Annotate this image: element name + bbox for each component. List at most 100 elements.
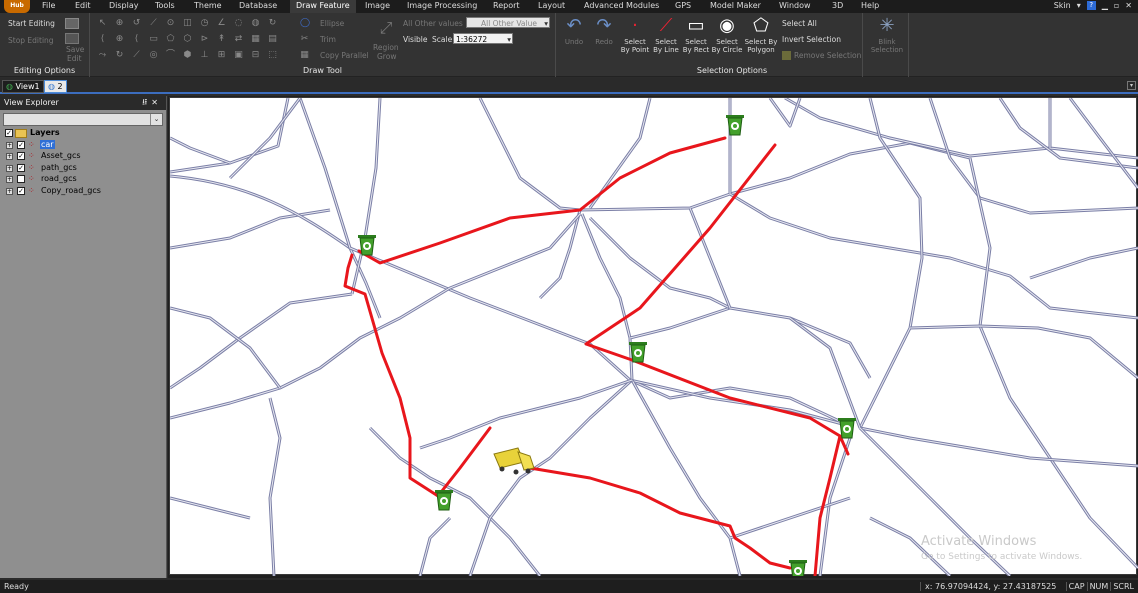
menu-layout[interactable]: Layout: [538, 1, 565, 10]
layer-checkbox[interactable]: ✓: [17, 152, 25, 160]
menu-draw-feature[interactable]: Draw Feature: [290, 0, 356, 13]
minimize-icon[interactable]: ▁: [1102, 1, 1108, 10]
close-icon[interactable]: ✕: [151, 98, 162, 107]
draw-tool-icon[interactable]: ↺: [132, 19, 141, 28]
asset-bin-icon[interactable]: [789, 560, 807, 576]
draw-tool-icon[interactable]: ◌: [234, 19, 243, 28]
select-all-button[interactable]: Select All: [782, 19, 817, 28]
draw-tool-icon[interactable]: ⊕: [115, 19, 124, 28]
expand-icon[interactable]: +: [6, 164, 13, 172]
menu-display[interactable]: Display: [109, 1, 139, 10]
view-explorer-combo[interactable]: ⌄: [3, 113, 163, 126]
draw-tool-icon[interactable]: ∠: [217, 19, 226, 28]
draw-tool-icon[interactable]: ▤: [268, 35, 277, 44]
undo-icon: ↶: [566, 15, 582, 36]
draw-tool-icon[interactable]: ⊞: [217, 51, 226, 60]
redo-button[interactable]: ↷ Redo: [590, 16, 618, 47]
tab-2[interactable]: ◍ 2: [44, 80, 67, 93]
ellipse-button[interactable]: Ellipse: [320, 19, 344, 28]
layers-root-checkbox[interactable]: ✓: [5, 129, 13, 137]
layer-checkbox[interactable]: [17, 175, 25, 183]
trim-button[interactable]: Trim: [320, 35, 336, 44]
draw-tool-icon[interactable]: ▭: [149, 35, 158, 44]
help-icon[interactable]: ?: [1086, 1, 1096, 10]
draw-tool-icon[interactable]: ⊥: [200, 51, 209, 60]
menu-window[interactable]: Window: [779, 1, 811, 10]
pin-icon[interactable]: ⭿: [142, 98, 151, 107]
draw-tool-icon[interactable]: ⇄: [234, 35, 243, 44]
select-by-polygon-button[interactable]: ⬠ Select By Polygon: [743, 16, 779, 55]
menu-gps[interactable]: GPS: [675, 1, 691, 10]
draw-tool-icon[interactable]: ⬚: [268, 51, 277, 60]
asset-bin-icon[interactable]: [435, 490, 453, 511]
draw-tool-icon[interactable]: ↖: [98, 19, 107, 28]
select-by-line-button[interactable]: ⟋ Select By Line: [651, 16, 681, 55]
stop-editing-button[interactable]: Stop Editing: [8, 36, 54, 45]
select-by-point-button[interactable]: · Select By Point: [618, 16, 652, 55]
menu-3d[interactable]: 3D: [832, 1, 843, 10]
draw-tool-icon[interactable]: ⤳: [98, 51, 107, 60]
menu-file[interactable]: File: [42, 1, 55, 10]
layer-checkbox[interactable]: ✓: [17, 163, 25, 172]
all-other-value-select[interactable]: All Other Value ▾: [466, 17, 550, 28]
scale-input[interactable]: 1:36272 ▾: [453, 33, 513, 44]
undo-button[interactable]: ↶ Undo: [560, 15, 588, 47]
map-svg[interactable]: [170, 98, 1138, 576]
start-editing-button[interactable]: Start Editing: [8, 19, 55, 28]
draw-tool-icon[interactable]: ⟋: [149, 19, 158, 28]
menu-model-maker[interactable]: Model Maker: [710, 1, 761, 10]
restore-icon[interactable]: ▫: [1114, 1, 1119, 10]
expand-icon[interactable]: +: [6, 153, 13, 160]
menu-image[interactable]: Image: [365, 1, 390, 10]
invert-selection-button[interactable]: Invert Selection: [782, 35, 841, 44]
region-grow-button[interactable]: Region: [373, 43, 399, 52]
menu-help[interactable]: Help: [861, 1, 879, 10]
copy-parallel-button[interactable]: Copy Parallel: [320, 51, 369, 60]
menu-tools[interactable]: Tools: [155, 1, 175, 10]
app-logo[interactable]: Hub: [4, 0, 30, 13]
car-truck-icon[interactable]: [493, 447, 535, 475]
select-by-circle-button[interactable]: ◉ Select By Circle: [711, 16, 743, 55]
draw-tool-icon[interactable]: ⌒: [166, 51, 175, 60]
expand-icon[interactable]: +: [6, 176, 13, 183]
skin-menu[interactable]: Skin: [1054, 1, 1071, 10]
menu-database[interactable]: Database: [239, 1, 277, 10]
menu-theme[interactable]: Theme: [194, 1, 222, 10]
select-by-rect-button[interactable]: ▭ Select By Rect: [681, 16, 711, 55]
draw-tool-icon[interactable]: ⬢: [183, 51, 192, 60]
draw-tool-icon[interactable]: ▦: [251, 35, 260, 44]
menu-advanced-modules[interactable]: Advanced Modules: [584, 1, 659, 10]
map-canvas[interactable]: Activate Windows Go to Settings to activ…: [169, 97, 1138, 576]
draw-tool-icon[interactable]: ⟋: [132, 51, 141, 60]
blink-selection-button[interactable]: ✳ Blink Selection: [867, 16, 907, 55]
draw-tool-icon[interactable]: ▣: [234, 51, 243, 60]
close-icon[interactable]: ✕: [1125, 1, 1132, 10]
draw-tool-icon[interactable]: ⊟: [251, 51, 260, 60]
draw-tool-icon[interactable]: ⟨: [98, 35, 107, 44]
draw-tool-icon[interactable]: ⊙: [166, 19, 175, 28]
expand-icon[interactable]: +: [6, 141, 13, 149]
save-edit-button[interactable]: Save: [66, 45, 84, 54]
draw-tool-icon[interactable]: ◫: [183, 19, 192, 28]
draw-tool-icon[interactable]: ◷: [200, 19, 209, 28]
draw-tool-icon[interactable]: ⬡: [183, 35, 192, 44]
draw-tool-icon[interactable]: ⊳: [200, 35, 209, 44]
menu-edit[interactable]: Edit: [75, 1, 91, 10]
tab-close-icon[interactable]: ▾: [1127, 81, 1136, 90]
layer-checkbox[interactable]: ✓: [17, 140, 25, 149]
tab-view1[interactable]: ◍ View1: [2, 80, 44, 93]
skin-dropdown-icon[interactable]: ▾: [1077, 1, 1081, 10]
menu-report[interactable]: Report: [493, 1, 520, 10]
draw-tool-icon[interactable]: ⊕: [115, 35, 124, 44]
draw-tool-icon[interactable]: ◍: [251, 19, 260, 28]
draw-tool-icon[interactable]: ↻: [115, 51, 124, 60]
draw-tool-icon[interactable]: ⬠: [166, 35, 175, 44]
expand-icon[interactable]: +: [6, 187, 13, 195]
draw-tool-icon[interactable]: ⟨: [132, 35, 141, 44]
draw-tool-icon[interactable]: ↻: [268, 19, 277, 28]
layer-checkbox[interactable]: ✓: [17, 186, 25, 195]
menu-image-processing[interactable]: Image Processing: [407, 1, 477, 10]
remove-selection-button[interactable]: Remove Selection: [794, 51, 861, 60]
draw-tool-icon[interactable]: ↟: [217, 35, 226, 44]
draw-tool-icon[interactable]: ◎: [149, 51, 158, 60]
